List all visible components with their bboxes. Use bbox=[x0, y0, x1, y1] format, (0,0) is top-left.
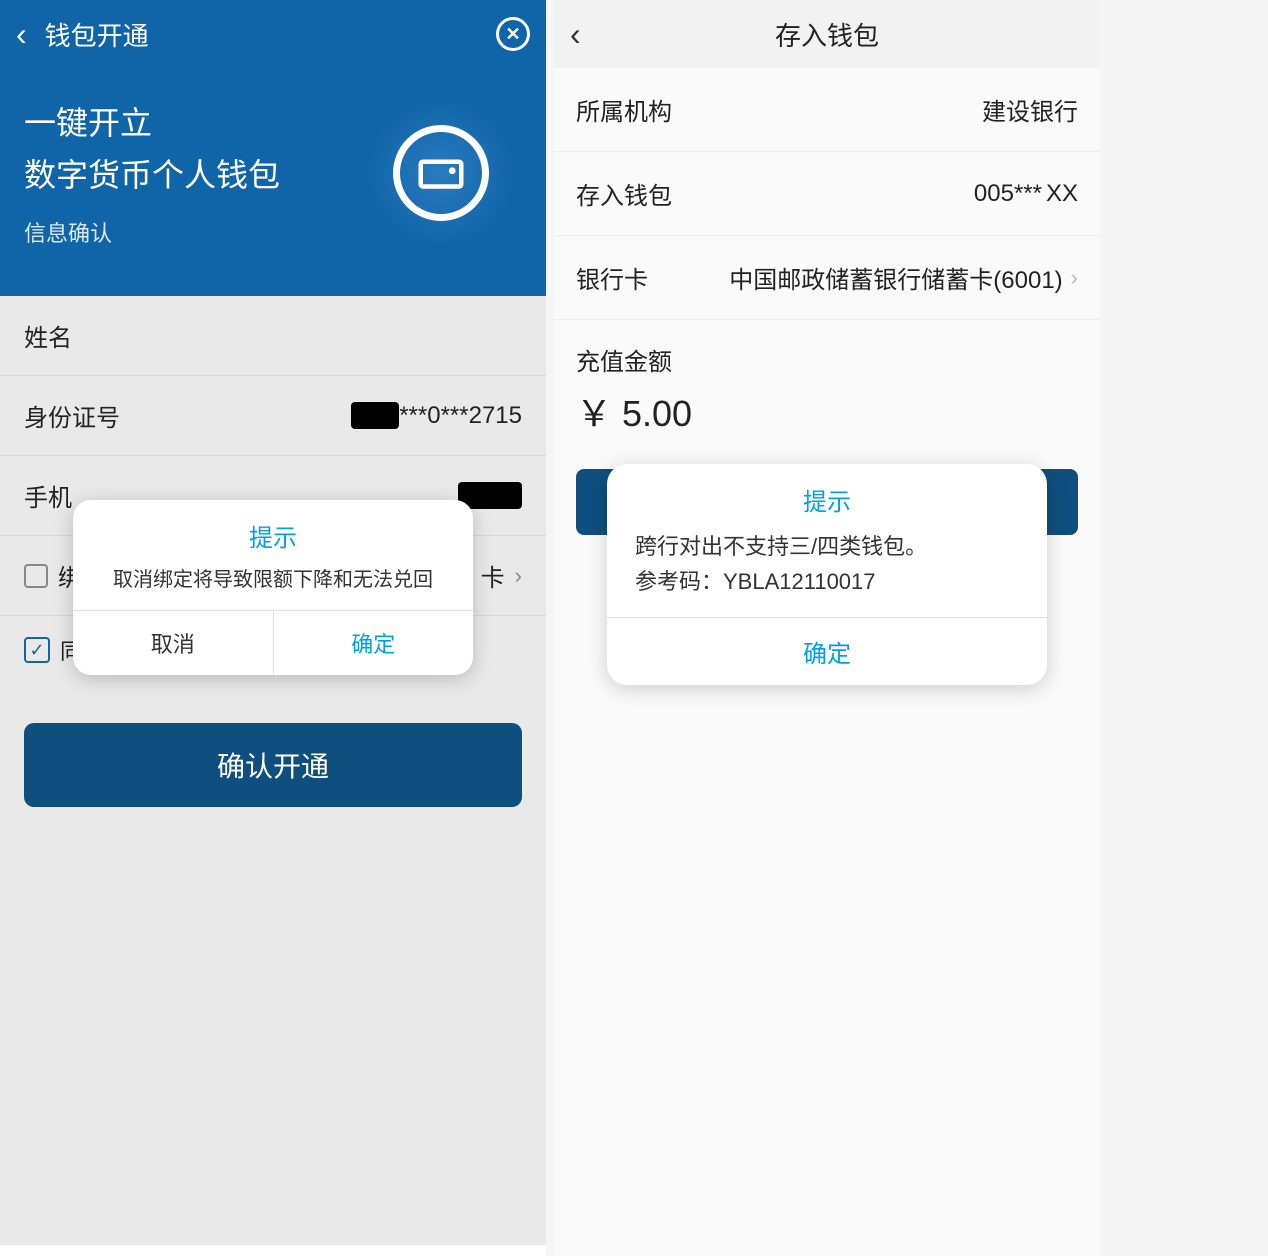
modal-body: 跨行对出不支持三/四类钱包。 参考码：YBLA12110017 bbox=[607, 529, 1047, 617]
name-label: 姓名 bbox=[24, 318, 72, 353]
bind-value: 卡 bbox=[481, 558, 505, 593]
modal-body: 取消绑定将导致限额下降和无法兑回 bbox=[73, 563, 473, 610]
ok-button[interactable]: 确定 bbox=[274, 611, 474, 675]
page-title: 钱包开通 bbox=[45, 16, 496, 53]
wallet-icon bbox=[366, 98, 516, 248]
wallet-value: 005***XX bbox=[974, 180, 1078, 208]
phone-left: ‹ 钱包开通 ✕ 一键开立 数字货币个人钱包 信息确认 姓名 身份证号 XX**… bbox=[0, 0, 546, 1256]
agree-checkbox[interactable]: ✓ bbox=[24, 637, 50, 663]
modal-body-line2: 参考码：YBLA12110017 bbox=[635, 564, 1019, 599]
hero: 一键开立 数字货币个人钱包 信息确认 bbox=[0, 68, 546, 296]
org-value: 建设银行 bbox=[982, 92, 1078, 127]
page-title: 存入钱包 bbox=[610, 16, 1044, 53]
chevron-right-icon: › bbox=[515, 563, 522, 589]
org-row: 所属机构 建设银行 bbox=[554, 68, 1100, 152]
chevron-right-icon: › bbox=[1071, 265, 1078, 291]
form: 姓名 身份证号 XX***0***2715 手机 XXX 绑 卡 › ✓ 同意 … bbox=[0, 296, 546, 1245]
phone-label: 手机 bbox=[24, 478, 72, 513]
ok-button[interactable]: 确定 bbox=[607, 617, 1047, 685]
card-value: 中国邮政储蓄银行储蓄卡(6001) bbox=[729, 260, 1062, 295]
wallet-label: 存入钱包 bbox=[576, 176, 672, 211]
modal-dialog: 提示 取消绑定将导致限额下降和无法兑回 取消 确定 bbox=[73, 500, 473, 675]
bind-checkbox[interactable] bbox=[24, 564, 48, 588]
name-row[interactable]: 姓名 bbox=[0, 296, 546, 376]
close-icon[interactable]: ✕ bbox=[496, 17, 530, 51]
header: ‹ 存入钱包 bbox=[554, 0, 1100, 68]
phone-right: ‹ 存入钱包 所属机构 建设银行 存入钱包 005***XX 银行卡 中国邮政储… bbox=[554, 0, 1100, 1256]
card-label: 银行卡 bbox=[576, 260, 648, 295]
org-label: 所属机构 bbox=[576, 92, 672, 127]
header: ‹ 钱包开通 ✕ bbox=[0, 0, 546, 68]
idcard-value: XX***0***2715 bbox=[351, 402, 522, 430]
confirm-button[interactable]: 确认开通 bbox=[24, 723, 522, 807]
wallet-row[interactable]: 存入钱包 005***XX bbox=[554, 152, 1100, 236]
amount-label: 充值金额 bbox=[554, 320, 1100, 385]
back-icon[interactable]: ‹ bbox=[16, 16, 27, 53]
modal-title: 提示 bbox=[607, 464, 1047, 529]
modal-body-line1: 跨行对出不支持三/四类钱包。 bbox=[635, 529, 1019, 564]
modal-title: 提示 bbox=[73, 500, 473, 563]
cancel-button[interactable]: 取消 bbox=[73, 611, 274, 675]
card-row[interactable]: 银行卡 中国邮政储蓄银行储蓄卡(6001) › bbox=[554, 236, 1100, 320]
modal-dialog: 提示 跨行对出不支持三/四类钱包。 参考码：YBLA12110017 确定 bbox=[607, 464, 1047, 685]
back-icon[interactable]: ‹ bbox=[570, 16, 610, 53]
idcard-label: 身份证号 bbox=[24, 398, 120, 433]
idcard-row[interactable]: 身份证号 XX***0***2715 bbox=[0, 376, 546, 456]
amount-value: ￥ 5.00 bbox=[554, 385, 1100, 469]
